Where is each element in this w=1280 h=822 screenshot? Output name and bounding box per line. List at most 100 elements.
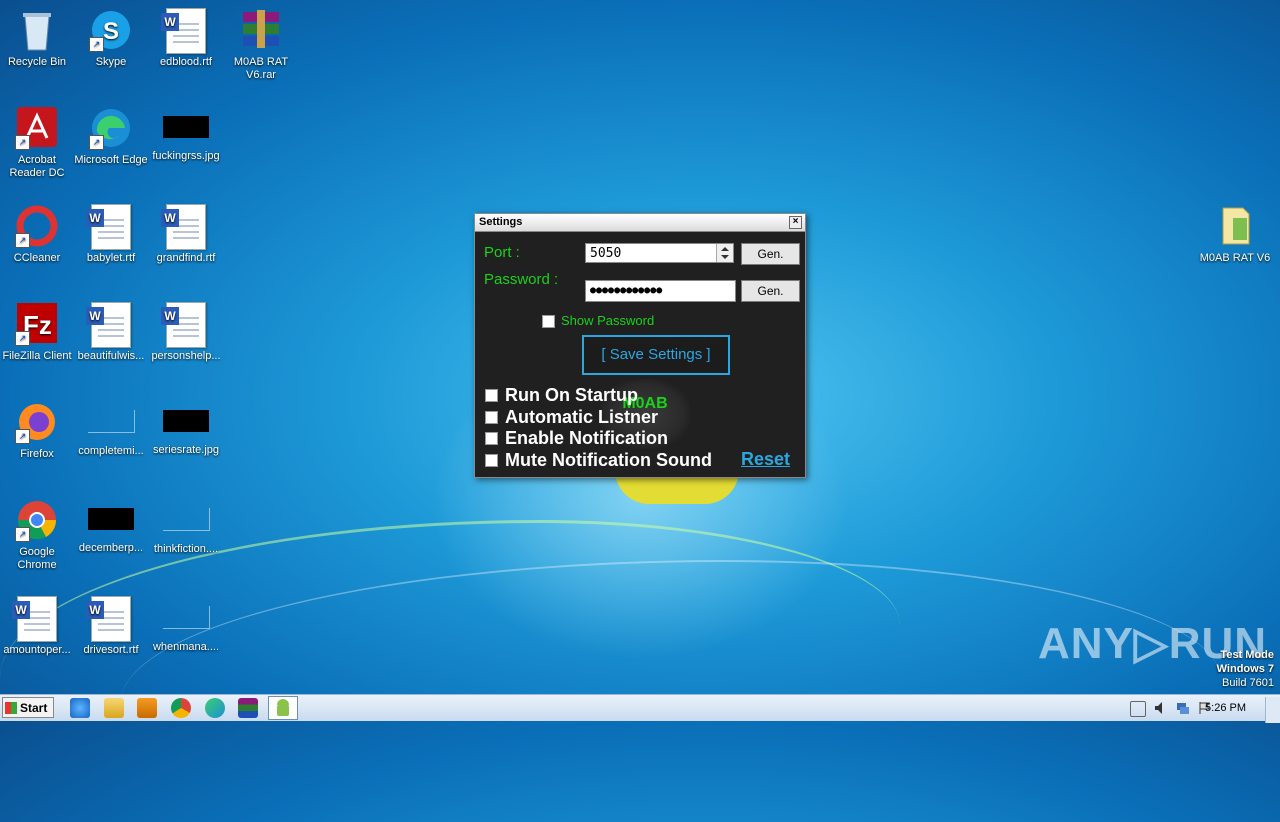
winrar-archive-icon — [239, 8, 283, 52]
mute-notification-sound-label: Mute Notification Sound — [505, 450, 712, 470]
shortcut-arrow-icon: ↗ — [15, 331, 30, 346]
chrome-icon: ↗ — [15, 498, 59, 542]
shortcut-arrow-icon: ↗ — [15, 429, 30, 444]
password-label: Password : — [484, 271, 559, 288]
acrobat-icon: ↗ — [15, 106, 59, 150]
test-mode-line: Windows 7 — [1216, 663, 1274, 675]
spinner-arrows-icon[interactable] — [716, 244, 733, 262]
media-player-icon[interactable] — [137, 698, 157, 718]
show-password-checkbox[interactable] — [542, 315, 555, 328]
android-icon — [277, 699, 289, 716]
automatic-listener-checkbox[interactable] — [485, 411, 498, 424]
file-thumbnail — [162, 606, 210, 629]
start-label: Start — [20, 701, 48, 715]
desktop-icon-amountoper[interactable]: W amountoper... — [0, 596, 74, 657]
image-thumbnail — [163, 410, 209, 432]
close-icon[interactable]: × — [789, 216, 802, 229]
shortcut-arrow-icon: ↗ — [15, 135, 30, 150]
recycle-bin-icon — [15, 8, 59, 52]
show-password-label: Show Password — [561, 313, 655, 328]
desktop-icon-beautifulwis[interactable]: W beautifulwis... — [74, 302, 148, 363]
word-document-icon: W — [12, 596, 59, 642]
test-mode-line: Test Mode — [1220, 649, 1274, 661]
desktop-icon-moab-rar[interactable]: M0AB RAT V6.rar — [224, 8, 298, 82]
clock[interactable]: 5:26 PM — [1205, 697, 1246, 719]
desktop-icon-moab-folder[interactable]: M0AB RAT V6 — [1198, 204, 1272, 265]
run-on-startup-checkbox[interactable] — [485, 389, 498, 402]
start-button[interactable]: Start — [2, 697, 54, 718]
port-label: Port : — [484, 244, 520, 261]
file-explorer-icon[interactable] — [104, 698, 124, 718]
desktop-icon-grandfind[interactable]: W grandfind.rtf — [149, 204, 223, 265]
word-document-icon: W — [86, 302, 133, 348]
desktop-icon-firefox[interactable]: ↗ Firefox — [0, 400, 74, 461]
desktop-icon-edblood[interactable]: W edblood.rtf — [149, 8, 223, 69]
edge-taskbar-icon[interactable] — [205, 698, 225, 718]
enable-notification-checkbox[interactable] — [485, 432, 498, 445]
word-document-icon: W — [161, 204, 208, 250]
edge-icon: ↗ — [89, 106, 133, 150]
file-thumbnail — [162, 508, 210, 531]
desktop-icon-whenmana[interactable]: whenmana.... — [149, 596, 223, 654]
shortcut-arrow-icon: ↗ — [15, 233, 30, 248]
word-document-icon: W — [161, 302, 208, 348]
image-thumbnail — [163, 116, 209, 138]
automatic-listener-label: Automatic Listner — [505, 407, 659, 427]
desktop-icon-recycle-bin[interactable]: Recycle Bin — [0, 8, 74, 69]
word-document-icon: W — [161, 8, 208, 54]
word-document-icon: W — [86, 204, 133, 250]
desktop-icon-chrome[interactable]: ↗ Google Chrome — [0, 498, 74, 572]
word-document-icon: W — [86, 596, 133, 642]
desktop-icon-skype[interactable]: S ↗ Skype — [74, 8, 148, 69]
port-gen-button[interactable]: Gen. — [741, 243, 800, 265]
firefox-icon: ↗ — [15, 400, 59, 444]
port-value: 5050 — [590, 246, 622, 261]
show-desktop-button[interactable] — [1265, 697, 1280, 723]
save-settings-button[interactable]: [ Save Settings ] — [582, 335, 730, 375]
filezilla-icon: Fz ↗ — [15, 302, 59, 346]
desktop-icon-fuckingrss[interactable]: fuckingrss.jpg — [149, 106, 223, 163]
show-hidden-icons-icon[interactable] — [1130, 701, 1146, 717]
shortcut-arrow-icon: ↗ — [89, 37, 104, 52]
reset-link[interactable]: Reset — [741, 449, 790, 470]
desktop-icon-seriesrate[interactable]: seriesrate.jpg — [149, 400, 223, 457]
test-mode-notice: Test Mode Windows 7 Build 7601 — [1217, 648, 1274, 690]
desktop-icon-thinkfiction[interactable]: thinkfiction.... — [149, 498, 223, 556]
image-thumbnail — [88, 508, 134, 530]
folder-icon — [1213, 204, 1257, 248]
run-on-startup-label: Run On Startup — [505, 385, 638, 405]
desktop-icon-babylet[interactable]: W babylet.rtf — [74, 204, 148, 265]
window-titlebar[interactable]: Settings × — [475, 214, 805, 232]
password-value: ●●●●●●●●●●●● — [590, 285, 663, 296]
desktop-icon-completemi[interactable]: completemi... — [74, 400, 148, 458]
desktop-icon-acrobat[interactable]: ↗ Acrobat Reader DC — [0, 106, 74, 180]
desktop-icon-ccleaner[interactable]: ↗ CCleaner — [0, 204, 74, 265]
enable-notification-label: Enable Notification — [505, 428, 669, 448]
taskbar: Start 5:26 PM — [0, 694, 1280, 723]
desktop-icon-personshelp[interactable]: W personshelp... — [149, 302, 223, 363]
internet-explorer-icon[interactable] — [70, 698, 90, 718]
desktop-icon-edge[interactable]: ↗ Microsoft Edge — [74, 106, 148, 167]
network-icon[interactable] — [1176, 701, 1190, 715]
shortcut-arrow-icon: ↗ — [15, 527, 30, 542]
desktop-icon-decemberp[interactable]: decemberp... — [74, 498, 148, 555]
password-field[interactable]: ●●●●●●●●●●●● — [585, 280, 736, 302]
test-mode-line: Build 7601 — [1222, 677, 1274, 689]
system-tray: 5:26 PM — [1124, 697, 1280, 723]
window-title: Settings — [479, 216, 523, 228]
moab-taskbar-button[interactable] — [268, 696, 298, 720]
settings-window[interactable]: Settings × M0AB Port : 5050 Gen. Passwor… — [474, 213, 806, 478]
port-stepper[interactable]: 5050 — [585, 243, 734, 263]
desktop-icon-filezilla[interactable]: Fz ↗ FileZilla Client — [0, 302, 74, 363]
ccleaner-icon: ↗ — [15, 204, 59, 248]
svg-text:S: S — [103, 18, 119, 45]
windows-flag-icon — [5, 702, 17, 714]
volume-icon[interactable] — [1154, 701, 1168, 715]
mute-notification-sound-checkbox[interactable] — [485, 454, 498, 467]
shortcut-arrow-icon: ↗ — [89, 135, 104, 150]
file-thumbnail — [87, 410, 135, 433]
password-gen-button[interactable]: Gen. — [741, 280, 800, 302]
chrome-taskbar-icon[interactable] — [171, 698, 191, 718]
desktop-icon-drivesort[interactable]: W drivesort.rtf — [74, 596, 148, 657]
winrar-taskbar-icon[interactable] — [238, 698, 258, 718]
